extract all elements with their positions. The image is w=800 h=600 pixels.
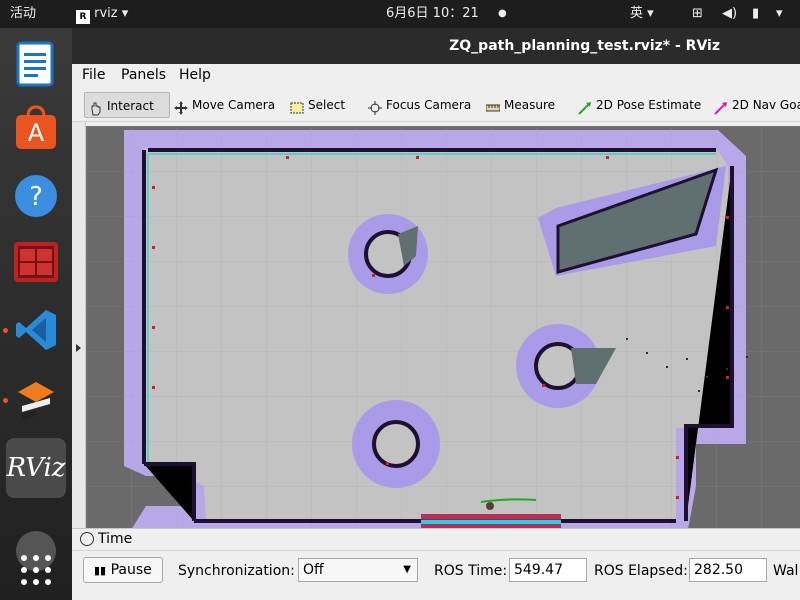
select-icon <box>290 98 304 114</box>
focus-camera-label: Focus Camera <box>386 98 472 112</box>
input-method-indicator[interactable]: 英 ▾ <box>630 0 654 28</box>
pose-estimate-label: 2D Pose Estimate <box>596 98 702 112</box>
expand-arrow-icon <box>76 344 81 352</box>
rviz-window: ZQ_path_planning_test.rviz* - RViz File … <box>72 28 800 600</box>
select-tool-button[interactable]: Select <box>286 92 349 118</box>
ruler-icon <box>485 98 501 112</box>
app-menu-label: rviz <box>94 6 118 21</box>
window-title: ZQ_path_planning_test.rviz* - RViz <box>449 38 720 54</box>
app-menu[interactable]: R rviz ▾ <box>76 0 128 28</box>
green-arrow-icon <box>578 98 592 115</box>
input-method-label: 英 <box>630 6 644 21</box>
svg-text:A: A <box>28 119 45 147</box>
sync-value: Off <box>303 562 324 578</box>
select-label: Select <box>308 98 346 112</box>
window-titlebar[interactable]: ZQ_path_planning_test.rviz* - RViz <box>72 28 800 64</box>
ros-elapsed-label: ROS Elapsed: <box>594 563 688 579</box>
measure-tool-button[interactable]: Measure <box>482 92 559 118</box>
chevron-down-icon[interactable]: ▾ <box>776 0 783 28</box>
system-top-bar: 活动 R rviz ▾ 6月6日 10：21 ● 英 ▾ ⊞ ◀) ▮ ▾ <box>0 0 800 28</box>
notification-dot-icon: ● <box>498 8 507 19</box>
clock-icon <box>80 532 94 546</box>
rviz-icon[interactable]: RViz <box>6 438 66 498</box>
move-camera-label: Move Camera <box>192 98 276 112</box>
layers-icon[interactable] <box>6 370 66 430</box>
costmap-render <box>86 126 800 549</box>
menu-help[interactable]: Help <box>179 67 211 83</box>
volume-icon[interactable]: ◀) <box>722 0 737 28</box>
move-camera-tool-button[interactable]: Move Camera <box>170 92 279 118</box>
nav-goal-label: 2D Nav Goal <box>732 98 800 112</box>
menu-panels[interactable]: Panels <box>121 67 166 83</box>
writer-icon[interactable] <box>6 34 66 94</box>
help-icon[interactable]: ? <box>6 166 66 226</box>
time-panel-title: Time <box>98 531 133 547</box>
render-viewport[interactable] <box>86 126 800 549</box>
ros-elapsed-value: 282.50 <box>694 562 743 578</box>
collapse-panel-handle[interactable] <box>72 122 86 552</box>
network-icon[interactable]: ⊞ <box>692 0 703 28</box>
clock[interactable]: 6月6日 10：21 <box>386 0 479 28</box>
ros-time-field[interactable]: 549.47 <box>509 558 587 582</box>
tool-bar: Interact Move Camera Select Focus Camera… <box>72 86 800 122</box>
dock: A ? RViz <box>0 28 72 600</box>
battery-icon[interactable]: ▮ <box>752 0 759 28</box>
app-center-icon[interactable]: A <box>6 98 66 158</box>
pose-estimate-tool-button[interactable]: 2D Pose Estimate <box>574 92 705 118</box>
chevron-down-icon: ▼ <box>403 564 411 575</box>
svg-text:?: ? <box>29 182 43 212</box>
pause-label: Pause <box>110 562 152 578</box>
focus-camera-tool-button[interactable]: Focus Camera <box>364 92 475 118</box>
ros-time-label: ROS Time: <box>434 563 508 579</box>
time-panel: Time ▮▮ Pause Synchronization: Off ▼ ROS… <box>72 528 800 600</box>
magenta-arrow-icon <box>714 98 728 115</box>
vscode-icon[interactable] <box>6 300 66 360</box>
chevron-down-icon: ▾ <box>121 6 129 21</box>
time-panel-header: Time <box>72 529 800 551</box>
activities-button[interactable]: 活动 <box>10 0 36 28</box>
pause-icon: ▮▮ <box>94 564 107 577</box>
sync-select[interactable]: Off ▼ <box>298 558 418 582</box>
nav-goal-tool-button[interactable]: 2D Nav Goal <box>710 92 800 118</box>
interact-label: Interact <box>107 99 154 113</box>
rviz-small-icon: R <box>76 10 90 24</box>
menu-bar: File Panels Help <box>72 64 800 86</box>
menu-file[interactable]: File <box>82 67 105 83</box>
pause-button[interactable]: ▮▮ Pause <box>83 557 163 583</box>
terminal-icon[interactable] <box>6 232 66 292</box>
focus-icon <box>368 98 382 115</box>
sync-label: Synchronization: <box>178 563 295 579</box>
wall-time-label: Wal <box>773 563 799 579</box>
show-apps-icon[interactable] <box>6 540 66 600</box>
interact-tool-button[interactable]: Interact <box>84 92 170 118</box>
hand-icon <box>89 99 103 116</box>
move-icon <box>174 98 188 115</box>
ros-elapsed-field[interactable]: 282.50 <box>689 558 767 582</box>
measure-label: Measure <box>504 98 555 112</box>
ros-time-value: 549.47 <box>514 562 563 578</box>
chevron-down-icon: ▾ <box>647 6 654 21</box>
